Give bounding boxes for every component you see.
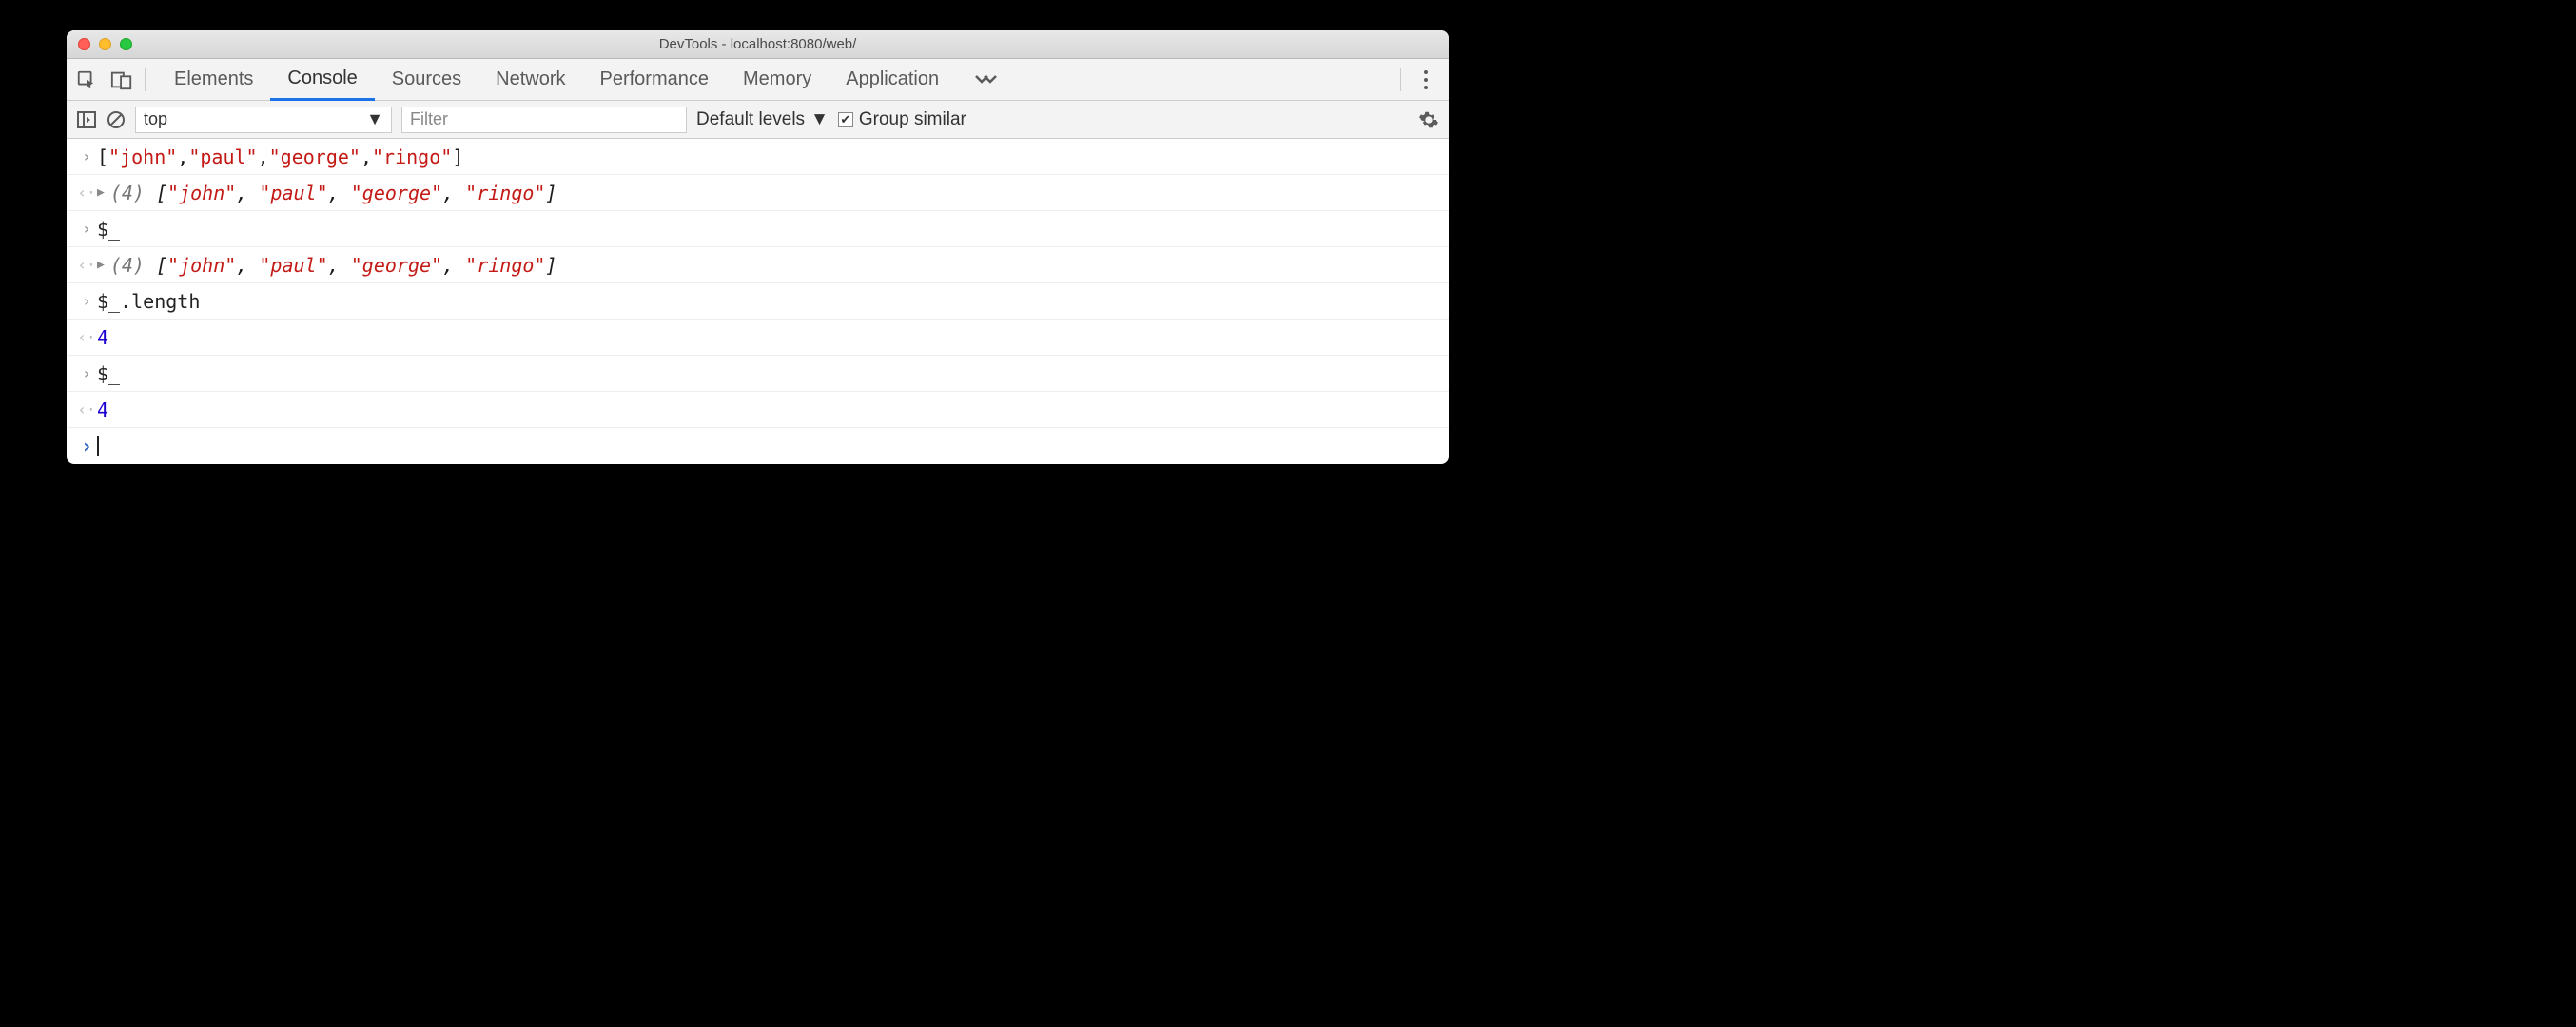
- console-input-row: › $_: [67, 211, 1449, 247]
- settings-menu-icon[interactable]: [1413, 70, 1439, 89]
- tab-application[interactable]: Application: [829, 59, 956, 101]
- execution-context-select[interactable]: top ▼: [135, 107, 392, 133]
- main-toolbar: Elements Console Sources Network Perform…: [67, 59, 1449, 101]
- clear-console-icon[interactable]: [107, 110, 126, 129]
- dropdown-caret-icon: ▼: [366, 109, 383, 129]
- log-levels-select[interactable]: Default levels ▼: [696, 109, 829, 130]
- tab-memory[interactable]: Memory: [726, 59, 829, 101]
- group-similar-toggle[interactable]: ✔ Group similar: [838, 109, 966, 130]
- output-arrow-icon: ‹·: [76, 328, 97, 346]
- output-arrow-icon: ‹·: [76, 400, 97, 418]
- console-output-row: ‹· 4: [67, 392, 1449, 428]
- input-prompt-icon: ›: [76, 292, 97, 310]
- expand-object-icon[interactable]: ▶: [97, 185, 105, 200]
- console-output-code[interactable]: (4) ["john", "paul", "george", "ringo"]: [110, 254, 557, 277]
- console-output-code[interactable]: 4: [97, 326, 108, 349]
- console-settings-icon[interactable]: [1418, 109, 1439, 130]
- dropdown-caret-icon: ▼: [810, 109, 829, 130]
- filter-placeholder: Filter: [410, 109, 448, 129]
- toolbar-divider: [145, 68, 146, 91]
- output-arrow-icon: ‹·: [76, 184, 97, 202]
- output-arrow-icon: ‹·: [76, 256, 97, 274]
- console-output-row: ‹· ▶ (4) ["john", "paul", "george", "rin…: [67, 175, 1449, 211]
- input-prompt-icon: ›: [76, 147, 97, 165]
- console-prompt-row[interactable]: ›: [67, 428, 1449, 464]
- console-input-code[interactable]: $_: [97, 362, 120, 385]
- console-toolbar: top ▼ Filter Default levels ▼ ✔ Group si…: [67, 101, 1449, 139]
- input-prompt-icon: ›: [76, 364, 97, 382]
- console-input-row: › $_.length: [67, 283, 1449, 320]
- console-input-code[interactable]: $_: [97, 218, 120, 241]
- console-output-row: ‹· ▶ (4) ["john", "paul", "george", "rin…: [67, 247, 1449, 283]
- panel-tabs: Elements Console Sources Network Perform…: [157, 59, 1015, 101]
- toolbar-divider-right: [1400, 68, 1401, 91]
- group-similar-label: Group similar: [859, 109, 966, 130]
- window-title: DevTools - localhost:8080/web/: [67, 36, 1449, 52]
- checkbox-checked-icon: ✔: [838, 112, 853, 127]
- console-input-code[interactable]: $_.length: [97, 290, 200, 313]
- console-output: › ["john","paul","george","ringo"] ‹· ▶ …: [67, 139, 1449, 464]
- levels-label: Default levels: [696, 109, 805, 130]
- inspect-element-icon[interactable]: [76, 69, 97, 90]
- tab-sources[interactable]: Sources: [375, 59, 478, 101]
- expand-object-icon[interactable]: ▶: [97, 258, 105, 272]
- console-output-row: ‹· 4: [67, 320, 1449, 356]
- console-sidebar-toggle-icon[interactable]: [76, 110, 97, 129]
- console-input-row: › ["john","paul","george","ringo"]: [67, 139, 1449, 175]
- active-prompt-icon: ›: [76, 435, 97, 457]
- context-value: top: [144, 109, 167, 129]
- device-toggle-icon[interactable]: [110, 69, 133, 90]
- tab-performance[interactable]: Performance: [583, 59, 727, 101]
- tab-elements[interactable]: Elements: [157, 59, 270, 101]
- console-input-code[interactable]: ["john","paul","george","ringo"]: [97, 145, 463, 168]
- input-prompt-icon: ›: [76, 220, 97, 238]
- console-output-code[interactable]: 4: [97, 398, 108, 421]
- tab-console[interactable]: Console: [270, 59, 374, 101]
- filter-input[interactable]: Filter: [401, 107, 687, 133]
- text-cursor: [97, 436, 99, 456]
- console-input-row: › $_: [67, 356, 1449, 392]
- devtools-window: DevTools - localhost:8080/web/ Elements …: [67, 30, 1449, 464]
- tabs-overflow-icon[interactable]: [956, 59, 1015, 101]
- console-output-code[interactable]: (4) ["john", "paul", "george", "ringo"]: [110, 182, 557, 204]
- titlebar: DevTools - localhost:8080/web/: [67, 30, 1449, 59]
- tab-network[interactable]: Network: [478, 59, 582, 101]
